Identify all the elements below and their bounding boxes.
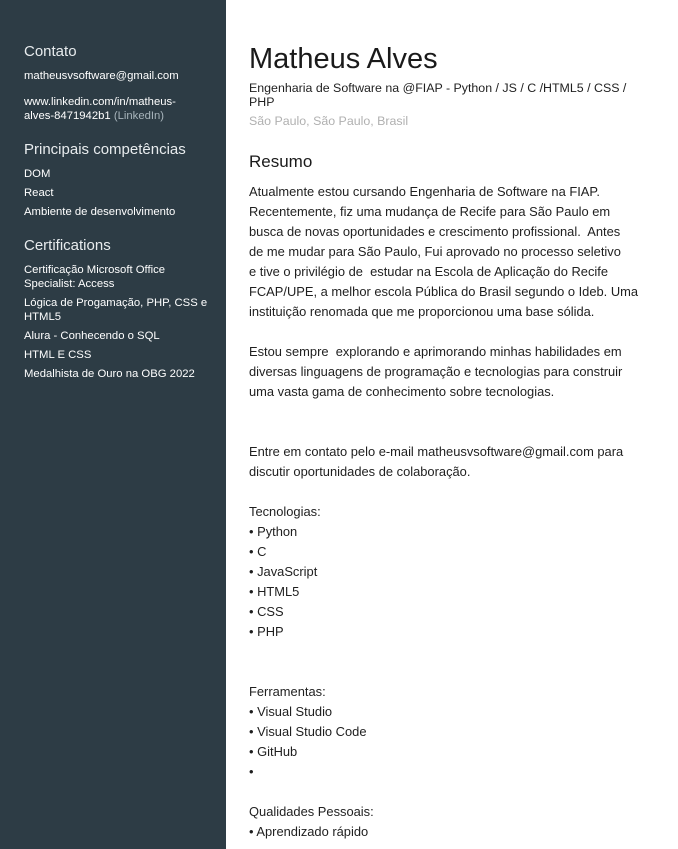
contact-email[interactable]: matheusvsoftware@gmail.com: [24, 69, 216, 83]
summary-line: • Visual Studio: [249, 704, 333, 719]
summary-body: Atualmente estou cursando Engenharia de …: [249, 182, 664, 842]
headline-line: PHP: [249, 95, 275, 109]
summary-line: discutir oportunidades de colaboração.: [249, 464, 471, 479]
summary-line: busca de novas oportunidades e crescimen…: [249, 224, 621, 239]
summary-line: • C: [249, 544, 267, 559]
linkedin-link[interactable]: www.linkedin.com/in/matheus- alves-84719…: [24, 95, 216, 123]
contact-section: Contato matheusvsoftware@gmail.com www.l…: [24, 43, 216, 123]
headline-line: Engenharia de Software na @FIAP - Python…: [249, 81, 627, 95]
summary-line: •: [249, 764, 254, 779]
summary-line: • Python: [249, 524, 298, 539]
summary-line: e tive o privilégio de estudar na Escola…: [249, 264, 609, 279]
skill-item: DOM: [24, 168, 51, 180]
summary-line: diversas linguagens de programação e tec…: [249, 364, 623, 379]
certification-item: HTML E CSS: [24, 348, 216, 362]
summary-line: • GitHub: [249, 744, 298, 759]
summary-line: Recentemente, fiz uma mudança de Recife …: [249, 204, 611, 219]
profile-location: São Paulo, São Paulo, Brasil: [249, 114, 409, 128]
linkedin-label: (LinkedIn): [113, 110, 165, 122]
summary-line: • CSS: [249, 604, 284, 619]
summary-line: [249, 642, 664, 662]
summary-line: uma vasta gama de conhecimento sobre tec…: [249, 384, 555, 399]
linkedin-url-line1[interactable]: www.linkedin.com/in/matheus-: [24, 95, 216, 109]
summary-line: • Visual Studio Code: [249, 724, 367, 739]
summary-line: Ferramentas:: [249, 684, 326, 699]
summary-heading: Resumo: [249, 152, 313, 171]
certification-line: Specialist: Access: [24, 278, 115, 290]
certification-line: Medalhista de Ouro na OBG 2022: [24, 368, 195, 380]
certifications-section: Certifications Certificação Microsoft Of…: [24, 237, 216, 381]
summary-line: • PHP: [249, 624, 284, 639]
certification-item: Certificação Microsoft Office Specialist…: [24, 263, 216, 291]
summary-line: • HTML5: [249, 584, 300, 599]
summary-line: • JavaScript: [249, 564, 318, 579]
summary-line: [249, 322, 664, 342]
certifications-heading: Certifications: [24, 237, 111, 254]
summary-line: [249, 422, 664, 442]
summary-line: FCAP/UPE, a melhor escola Pública do Bra…: [249, 284, 639, 299]
certification-line: Alura - Conhecendo o SQL: [24, 330, 160, 342]
certification-item: Medalhista de Ouro na OBG 2022: [24, 367, 216, 381]
summary-line: Atualmente estou cursando Engenharia de …: [249, 184, 600, 199]
skill-item: Ambiente de desenvolvimento: [24, 206, 176, 218]
certification-item: Lógica de Progamação, PHP, CSS e HTML5: [24, 296, 216, 324]
summary-line: Estou sempre explorando e aprimorando mi…: [249, 344, 622, 359]
certification-item: Alura - Conhecendo o SQL: [24, 329, 216, 343]
summary-line: Entre em contato pelo e-mail matheusvsof…: [249, 444, 624, 459]
profile-name: Matheus Alves: [249, 43, 438, 75]
summary-line: [249, 402, 664, 422]
summary-line: [249, 482, 664, 502]
summary-line: Tecnologias:: [249, 504, 321, 519]
skills-section: Principais competências DOM React Ambien…: [24, 141, 216, 219]
sidebar: Contato matheusvsoftware@gmail.com www.l…: [0, 0, 226, 849]
linkedin-url-line2[interactable]: alves-8471942b1 (LinkedIn): [24, 109, 216, 123]
contact-heading: Contato: [24, 43, 77, 60]
certification-line: Lógica de Progamação, PHP, CSS e: [24, 297, 208, 309]
summary-line: Qualidades Pessoais:: [249, 804, 374, 819]
skills-heading: Principais competências: [24, 141, 186, 158]
summary-line: • Aprendizado rápido: [249, 824, 369, 839]
certification-line: HTML E CSS: [24, 349, 92, 361]
summary-line: instituição renomada que me proporcionou…: [249, 304, 595, 319]
resume-page: Contato matheusvsoftware@gmail.com www.l…: [0, 0, 678, 849]
summary-line: de me mudar para São Paulo, Fui aprovado…: [249, 244, 621, 259]
linkedin-url-line2-text[interactable]: alves-8471942b1: [24, 110, 111, 122]
certification-line: Certificação Microsoft Office: [24, 264, 166, 276]
profile-headline: Engenharia de Software na @FIAP - Python…: [249, 81, 664, 109]
certification-line: HTML5: [24, 311, 62, 323]
summary-line: [249, 782, 664, 802]
summary-line: [249, 662, 664, 682]
skill-item: React: [24, 187, 54, 199]
